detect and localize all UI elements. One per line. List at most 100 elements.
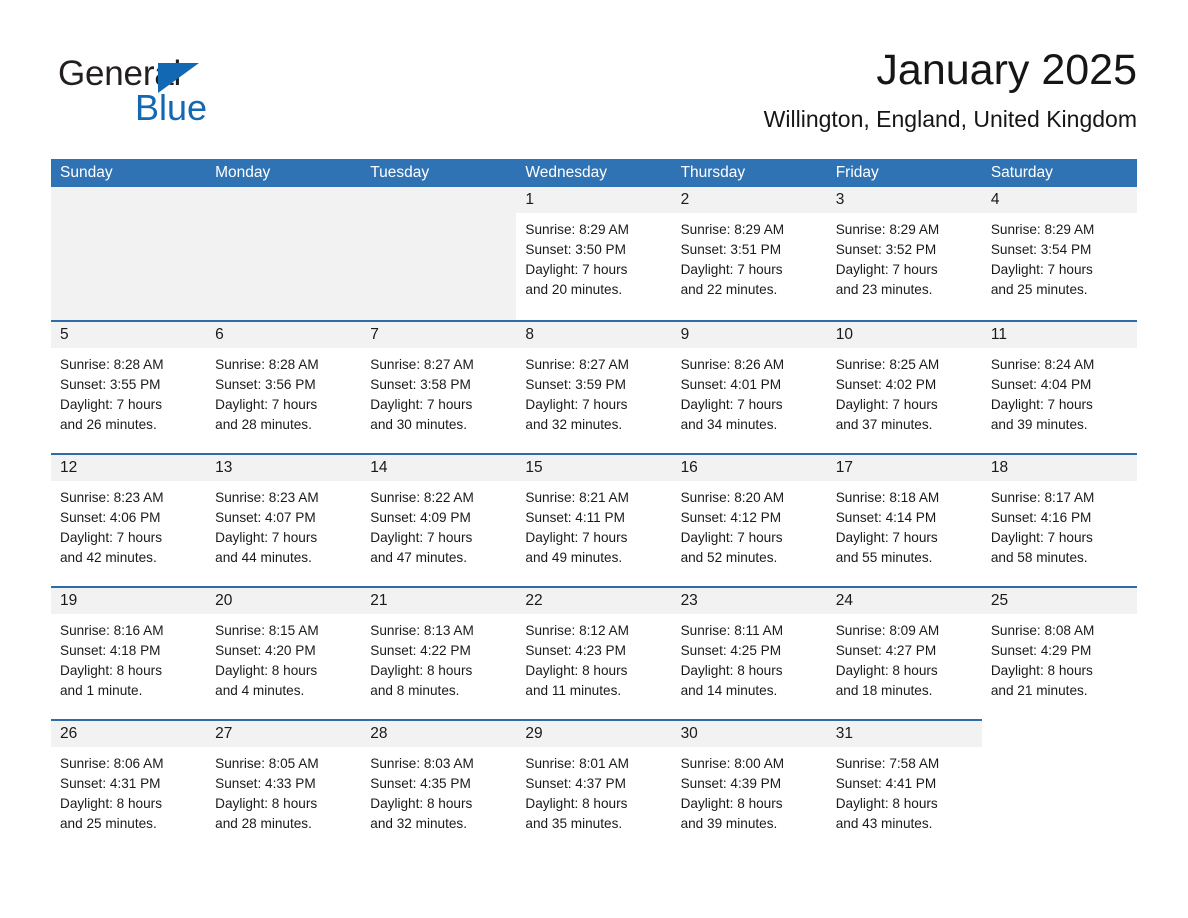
- daylight-text-line2: and 55 minutes.: [835, 550, 933, 565]
- day-cell[interactable]: 27 Sunrise: 8:05 AM Sunset: 4:33 PM Dayligh…: [206, 721, 362, 852]
- daylight-text-line2: and 39 minutes.: [990, 417, 1088, 432]
- day-cell[interactable]: 28 Sunrise: 8:03 AM Sunset: 4:35 PM Dayligh…: [361, 721, 517, 852]
- sunrise-text: Sunrise: 8:12 AM: [525, 623, 629, 638]
- sunrise-text: Sunrise: 8:24 AM: [990, 357, 1095, 372]
- day-cell[interactable]: 17 Sunrise: 8:18 AM Sunset: 4:14 PM Dayligh…: [826, 455, 982, 586]
- daylight-text-line2: and 25 minutes.: [990, 282, 1088, 297]
- day-cell[interactable]: 30 Sunrise: 8:00 AM Sunset: 4:39 PM Dayligh…: [671, 721, 827, 852]
- day-cell[interactable]: 20 Sunrise: 8:15 AM Sunset: 4:20 PM Dayligh…: [206, 588, 362, 719]
- day-cell[interactable]: 12 Sunrise: 8:23 AM Sunset: 4:06 PM Dayligh…: [51, 455, 207, 586]
- day-info: Sunrise: 8:29 AM Sunset: 3:52 PM Daylight:…: [827, 213, 982, 300]
- day-number-band: 6: [206, 322, 362, 348]
- day-cell[interactable]: 15 Sunrise: 8:21 AM Sunset: 4:11 PM Dayligh…: [516, 455, 672, 586]
- day-number: 20: [215, 592, 233, 609]
- day-cell[interactable]: 10 Sunrise: 8:25 AM Sunset: 4:02 PM Dayligh…: [826, 322, 982, 453]
- day-info: Sunrise: 8:22 AM Sunset: 4:09 PM Daylight:…: [361, 481, 516, 568]
- day-number: 2: [680, 191, 690, 208]
- daylight-text-line2: and 44 minutes.: [215, 550, 312, 565]
- day-cell[interactable]: 4 Sunrise: 8:29 AM Sunset: 3:54 PM Daylight…: [981, 187, 1137, 320]
- day-cell[interactable]: 23 Sunrise: 8:11 AM Sunset: 4:25 PM Dayligh…: [671, 588, 827, 719]
- day-info: Sunrise: 8:23 AM Sunset: 4:06 PM Daylight:…: [51, 481, 206, 568]
- daylight-text-line1: Daylight: 7 hours: [525, 262, 628, 277]
- daylight-text-line1: Daylight: 7 hours: [990, 397, 1093, 412]
- day-number-band: 16: [671, 455, 827, 481]
- day-number: 29: [525, 725, 543, 742]
- sunrise-text: Sunrise: 8:11 AM: [680, 623, 784, 638]
- day-cell[interactable]: 5 Sunrise: 8:28 AM Sunset: 3:55 PM Daylight…: [51, 322, 207, 453]
- daylight-text-line1: Daylight: 8 hours: [680, 796, 783, 811]
- weekday-header-tuesday: Tuesday: [370, 164, 430, 181]
- daylight-text-line2: and 42 minutes.: [60, 550, 157, 565]
- sunrise-text: Sunrise: 8:27 AM: [370, 357, 474, 372]
- day-cell[interactable]: 29 Sunrise: 8:01 AM Sunset: 4:37 PM Dayligh…: [516, 721, 672, 852]
- day-cell[interactable]: 16 Sunrise: 8:20 AM Sunset: 4:12 PM Dayligh…: [671, 455, 827, 586]
- day-info: Sunrise: 8:12 AM Sunset: 4:23 PM Daylight:…: [516, 614, 671, 701]
- day-cell[interactable]: 3 Sunrise: 8:29 AM Sunset: 3:52 PM Daylight…: [826, 187, 982, 320]
- day-cell[interactable]: 2 Sunrise: 8:29 AM Sunset: 3:51 PM Daylight…: [671, 187, 827, 320]
- day-info: Sunrise: 8:11 AM Sunset: 4:25 PM Daylight:…: [672, 614, 827, 701]
- daylight-text-line2: and 8 minutes.: [370, 683, 460, 698]
- day-number-band: 8: [516, 322, 672, 348]
- day-info: Sunrise: 8:20 AM Sunset: 4:12 PM Daylight:…: [672, 481, 827, 568]
- daylight-text-line2: and 32 minutes.: [525, 417, 623, 432]
- day-cell[interactable]: 31 Sunrise: 7:58 AM Sunset: 4:41 PM Dayligh…: [826, 721, 982, 852]
- day-number-band: 3: [826, 187, 982, 213]
- general-blue-logo[interactable]: General Blue: [58, 54, 318, 140]
- day-cell[interactable]: 22 Sunrise: 8:12 AM Sunset: 4:23 PM Dayligh…: [516, 588, 672, 719]
- day-info: Sunrise: 8:17 AM Sunset: 4:16 PM Daylight:…: [982, 481, 1137, 568]
- day-number: 14: [370, 459, 388, 476]
- day-cell[interactable]: 9 Sunrise: 8:26 AM Sunset: 4:01 PM Daylight…: [671, 322, 827, 453]
- day-number: 21: [370, 592, 388, 609]
- day-number-band: 23: [671, 588, 827, 614]
- day-cell[interactable]: 8 Sunrise: 8:27 AM Sunset: 3:59 PM Daylight…: [516, 322, 672, 453]
- daylight-text-line1: Daylight: 7 hours: [990, 262, 1093, 277]
- day-cell[interactable]: 21 Sunrise: 8:13 AM Sunset: 4:22 PM Dayligh…: [361, 588, 517, 719]
- day-cell[interactable]: 26 Sunrise: 8:06 AM Sunset: 4:31 PM Dayligh…: [51, 721, 207, 852]
- sunrise-text: Sunrise: 8:29 AM: [680, 222, 785, 237]
- day-cell[interactable]: 18 Sunrise: 8:17 AM Sunset: 4:16 PM Dayligh…: [981, 455, 1137, 586]
- daylight-text-line2: and 21 minutes.: [990, 683, 1088, 698]
- day-cell[interactable]: 6 Sunrise: 8:28 AM Sunset: 3:56 PM Daylight…: [206, 322, 362, 453]
- day-cell[interactable]: 1 Sunrise: 8:29 AM Sunset: 3:50 PM Daylight…: [516, 187, 672, 320]
- day-cell[interactable]: 24 Sunrise: 8:09 AM Sunset: 4:27 PM Dayligh…: [826, 588, 982, 719]
- day-info: Sunrise: 8:13 AM Sunset: 4:22 PM Daylight:…: [361, 614, 516, 701]
- page-header: General Blue January 2025 Willington, En…: [51, 44, 1137, 150]
- daylight-text-line2: and 32 minutes.: [370, 816, 468, 831]
- day-number-band: 5: [51, 322, 207, 348]
- sunrise-text: Sunrise: 8:08 AM: [990, 623, 1095, 638]
- day-cell[interactable]: 13 Sunrise: 8:23 AM Sunset: 4:07 PM Dayligh…: [206, 455, 362, 586]
- daylight-text-line2: and 37 minutes.: [835, 417, 933, 432]
- day-cell-empty: [981, 719, 1137, 852]
- day-cell[interactable]: 25 Sunrise: 8:08 AM Sunset: 4:29 PM Dayligh…: [981, 588, 1137, 719]
- day-number: 25: [990, 592, 1009, 609]
- day-number-band: 4: [981, 187, 1137, 213]
- sunrise-text: Sunrise: 8:28 AM: [215, 357, 319, 372]
- daylight-text-line2: and 39 minutes.: [680, 816, 778, 831]
- daylight-text-line1: Daylight: 7 hours: [60, 530, 163, 545]
- day-info: Sunrise: 8:03 AM Sunset: 4:35 PM Daylight:…: [361, 747, 516, 834]
- day-number: 18: [990, 459, 1009, 476]
- day-cell[interactable]: 14 Sunrise: 8:22 AM Sunset: 4:09 PM Dayligh…: [361, 455, 517, 586]
- day-info: Sunrise: 8:25 AM Sunset: 4:02 PM Daylight:…: [827, 348, 982, 435]
- weekday-header-saturday: Saturday: [990, 164, 1053, 181]
- daylight-text-line1: Daylight: 8 hours: [370, 663, 473, 678]
- sunset-text: Sunset: 4:14 PM: [835, 510, 937, 525]
- sunset-text: Sunset: 4:01 PM: [680, 377, 782, 392]
- daylight-text-line1: Daylight: 7 hours: [835, 397, 938, 412]
- day-cell[interactable]: 11 Sunrise: 8:24 AM Sunset: 4:04 PM Dayligh…: [981, 322, 1137, 453]
- daylight-text-line2: and 1 minute.: [60, 683, 143, 698]
- day-number: 8: [525, 326, 535, 343]
- sunset-text: Sunset: 4:25 PM: [680, 643, 782, 658]
- weeks-container: 1 Sunrise: 8:29 AM Sunset: 3:50 PM Daylight…: [51, 187, 1137, 852]
- day-cell[interactable]: 7 Sunrise: 8:27 AM Sunset: 3:58 PM Daylight…: [361, 322, 517, 453]
- day-number-band: 20: [206, 588, 362, 614]
- day-cell[interactable]: 19 Sunrise: 8:16 AM Sunset: 4:18 PM Dayligh…: [51, 588, 207, 719]
- weekday-header-monday: Monday: [215, 164, 271, 181]
- sunset-text: Sunset: 4:06 PM: [60, 510, 161, 525]
- daylight-text-line1: Daylight: 8 hours: [525, 796, 628, 811]
- day-cell-empty: [206, 187, 362, 320]
- day-number: 4: [990, 191, 1000, 208]
- day-number: 17: [835, 459, 853, 476]
- day-number-band: 1: [516, 187, 672, 213]
- day-info: Sunrise: 8:16 AM Sunset: 4:18 PM Daylight:…: [51, 614, 206, 701]
